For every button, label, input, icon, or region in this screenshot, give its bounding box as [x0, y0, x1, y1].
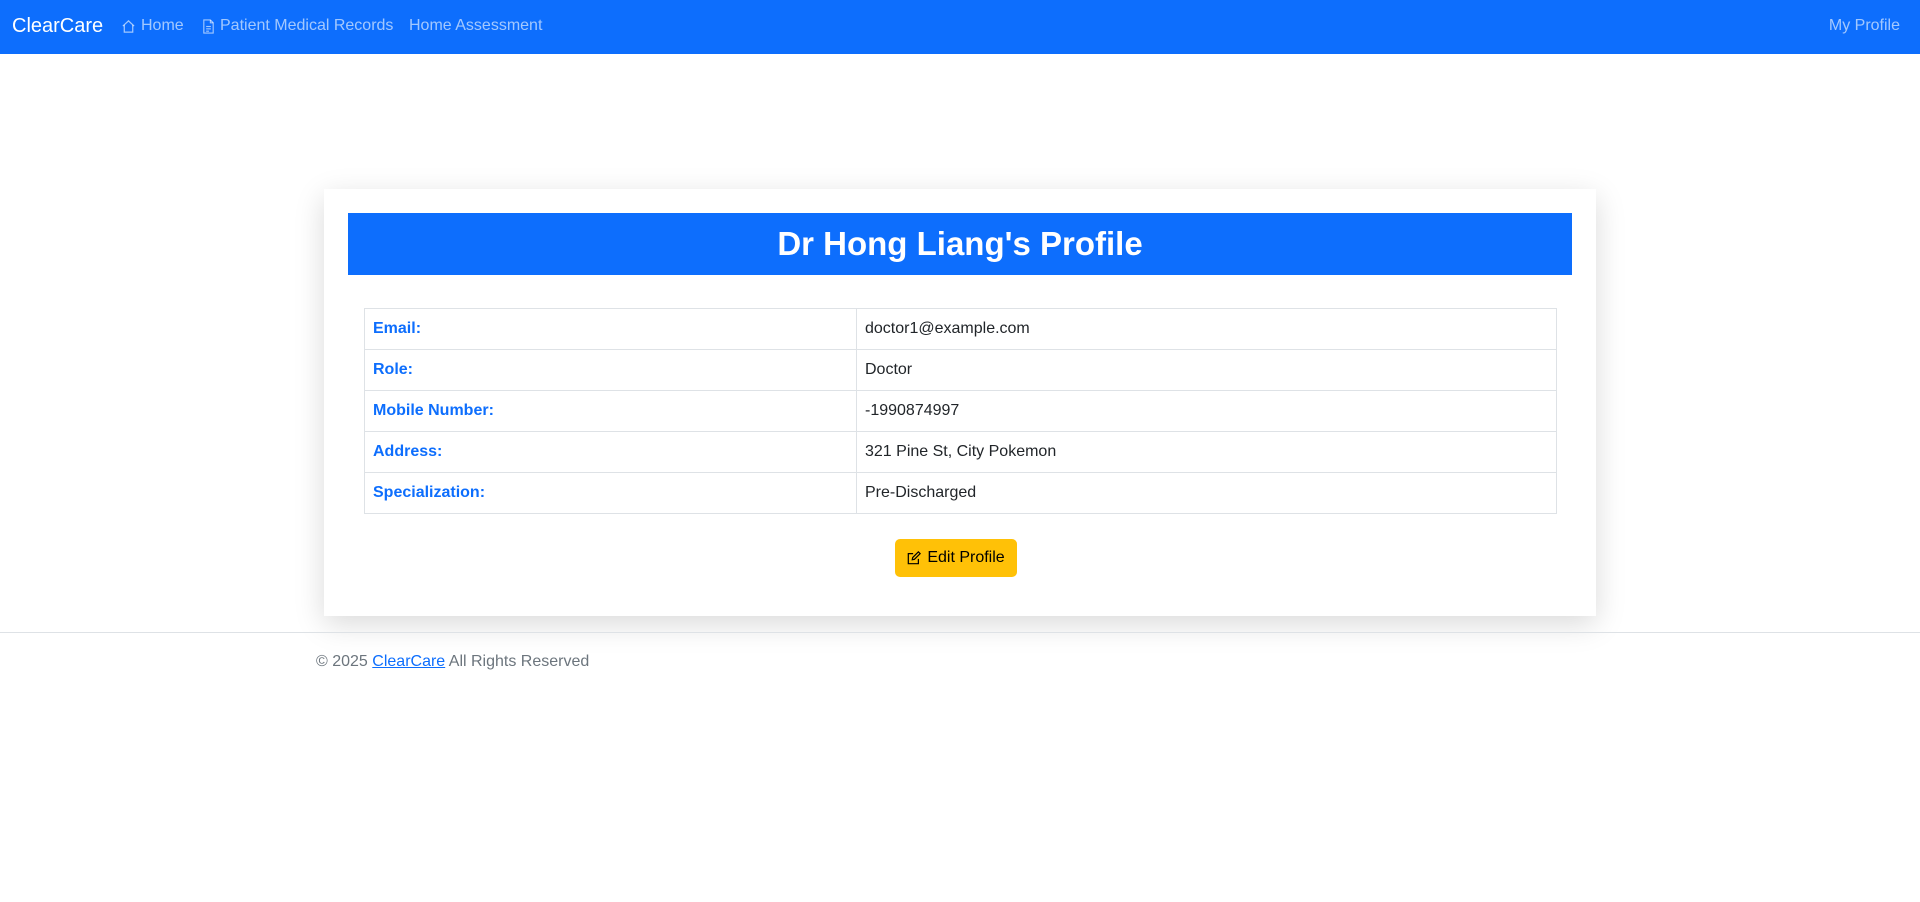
nav-home-assessment-link[interactable]: Home Assessment — [409, 16, 542, 36]
table-row: Address: 321 Pine St, City Pokemon — [364, 431, 1557, 473]
profile-card: Dr Hong Liang's Profile Email: doctor1@e… — [324, 189, 1596, 616]
mobile-number-label: Mobile Number: — [364, 390, 857, 432]
nav-home-assessment-label: Home Assessment — [409, 17, 543, 34]
profile-title: Dr Hong Liang's Profile — [348, 213, 1572, 275]
role-label: Role: — [364, 349, 857, 391]
table-row: Role: Doctor — [364, 349, 1557, 391]
footer-brand-link[interactable]: ClearCare — [372, 653, 445, 670]
role-value: Doctor — [856, 349, 1557, 391]
specialization-value: Pre-Discharged — [856, 472, 1557, 514]
footer-copyright: © 2025 — [316, 653, 368, 670]
table-row: Mobile Number: -1990874997 — [364, 390, 1557, 432]
mobile-number-value: -1990874997 — [856, 390, 1557, 432]
table-row: Specialization: Pre-Discharged — [364, 472, 1557, 514]
pencil-square-icon — [908, 551, 922, 565]
footer-divider — [0, 632, 1920, 633]
footer-rights: All Rights Reserved — [448, 653, 590, 670]
footer: © 2025 ClearCare All Rights Reserved — [316, 652, 589, 672]
brand-link[interactable]: ClearCare — [12, 13, 103, 39]
address-label: Address: — [364, 431, 857, 473]
nav-my-profile-label: My Profile — [1828, 17, 1900, 34]
nav-home-label: Home — [141, 17, 184, 34]
profile-details-table: Email: doctor1@example.com Role: Doctor … — [364, 308, 1557, 514]
address-value: 321 Pine St, City Pokemon — [856, 431, 1557, 473]
table-row: Email: doctor1@example.com — [364, 308, 1557, 350]
edit-profile-button[interactable]: Edit Profile — [895, 539, 1017, 577]
file-icon — [203, 18, 214, 34]
specialization-label: Specialization: — [364, 472, 857, 514]
house-icon — [122, 19, 135, 33]
nav-my-profile-link[interactable]: My Profile — [1829, 16, 1900, 36]
nav-patient-medical-records-link[interactable]: Patient Medical Records — [202, 16, 393, 36]
email-value: doctor1@example.com — [856, 308, 1557, 350]
top-navbar: ClearCare Home Patient Medical Records H… — [0, 0, 1920, 54]
nav-patient-medical-records-label: Patient Medical Records — [220, 17, 394, 34]
email-label: Email: — [364, 308, 857, 350]
edit-profile-label: Edit Profile — [927, 549, 1005, 566]
nav-home-link[interactable]: Home — [121, 16, 184, 36]
